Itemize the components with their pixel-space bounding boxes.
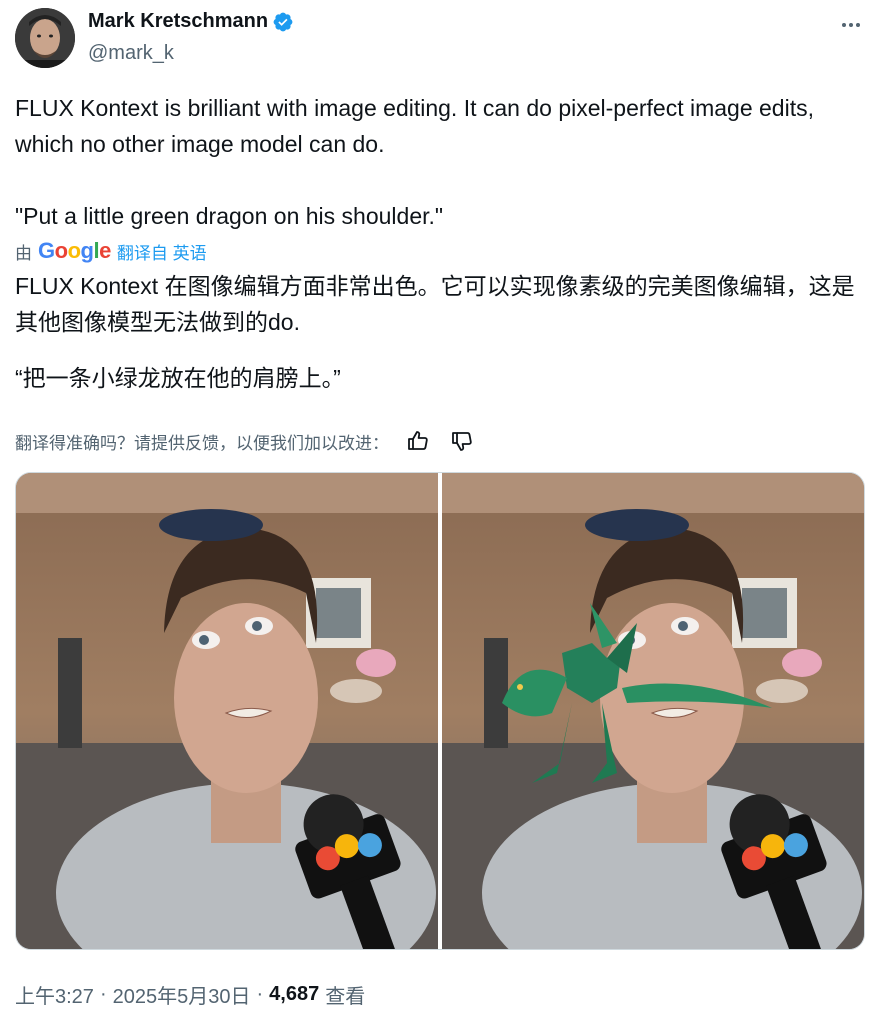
views-count: 4,687 bbox=[269, 983, 320, 1005]
thumbs-up-icon bbox=[408, 431, 428, 450]
author-handle[interactable]: @mark_k bbox=[88, 42, 174, 65]
tweet-quote: "Put a little green dragon on his should… bbox=[15, 203, 444, 229]
views-label: 查看 bbox=[325, 986, 366, 1008]
translation-feedback: 翻译得准确吗？请提供反馈，以便我们加以改进： bbox=[15, 426, 477, 456]
photo-original[interactable] bbox=[16, 473, 438, 949]
thumbs-down-button[interactable] bbox=[447, 426, 477, 456]
feedback-prompt: 翻译得准确吗？请提供反馈，以便我们加以改进： bbox=[15, 433, 389, 453]
thumbs-down-icon bbox=[452, 432, 472, 451]
google-logo: Google bbox=[38, 238, 111, 263]
tweet-text: FLUX Kontext is brilliant with image edi… bbox=[15, 95, 821, 157]
author-name-row: Mark Kretschmann bbox=[88, 10, 294, 33]
translate-prefix: 由 bbox=[15, 243, 32, 263]
verified-badge-icon bbox=[272, 11, 294, 33]
author-name[interactable]: Mark Kretschmann bbox=[88, 10, 268, 33]
media-grid bbox=[15, 472, 865, 950]
tweet-time[interactable]: 上午3:27 bbox=[15, 980, 94, 1009]
meta-separator: · bbox=[99, 983, 107, 1005]
translated-text: FLUX Kontext 在图像编辑方面非常出色。它可以实现像素级的完美图像编辑… bbox=[15, 273, 855, 335]
more-options-button[interactable] bbox=[838, 12, 864, 38]
photo-edited-with-dragon[interactable] bbox=[442, 473, 864, 949]
tweet-meta: 上午3:27 · 2025年5月30日 · 4,687 查看 bbox=[15, 980, 365, 1009]
tweet: Mark Kretschmann @mark_k FLUX Kontext is… bbox=[0, 0, 882, 1011]
thumbs-up-button[interactable] bbox=[403, 426, 433, 456]
avatar[interactable] bbox=[15, 8, 75, 68]
tweet-date[interactable]: 2025年5月30日 bbox=[113, 980, 251, 1009]
more-horizontal-icon bbox=[842, 23, 860, 27]
translation-attribution: 由 Google 翻译自 英语 bbox=[15, 238, 207, 264]
translated-from-link[interactable]: 翻译自 英语 bbox=[117, 239, 207, 264]
meta-separator: · bbox=[256, 983, 264, 1005]
translated-quote: “把一条小绿龙放在他的肩膀上。” bbox=[15, 365, 341, 391]
